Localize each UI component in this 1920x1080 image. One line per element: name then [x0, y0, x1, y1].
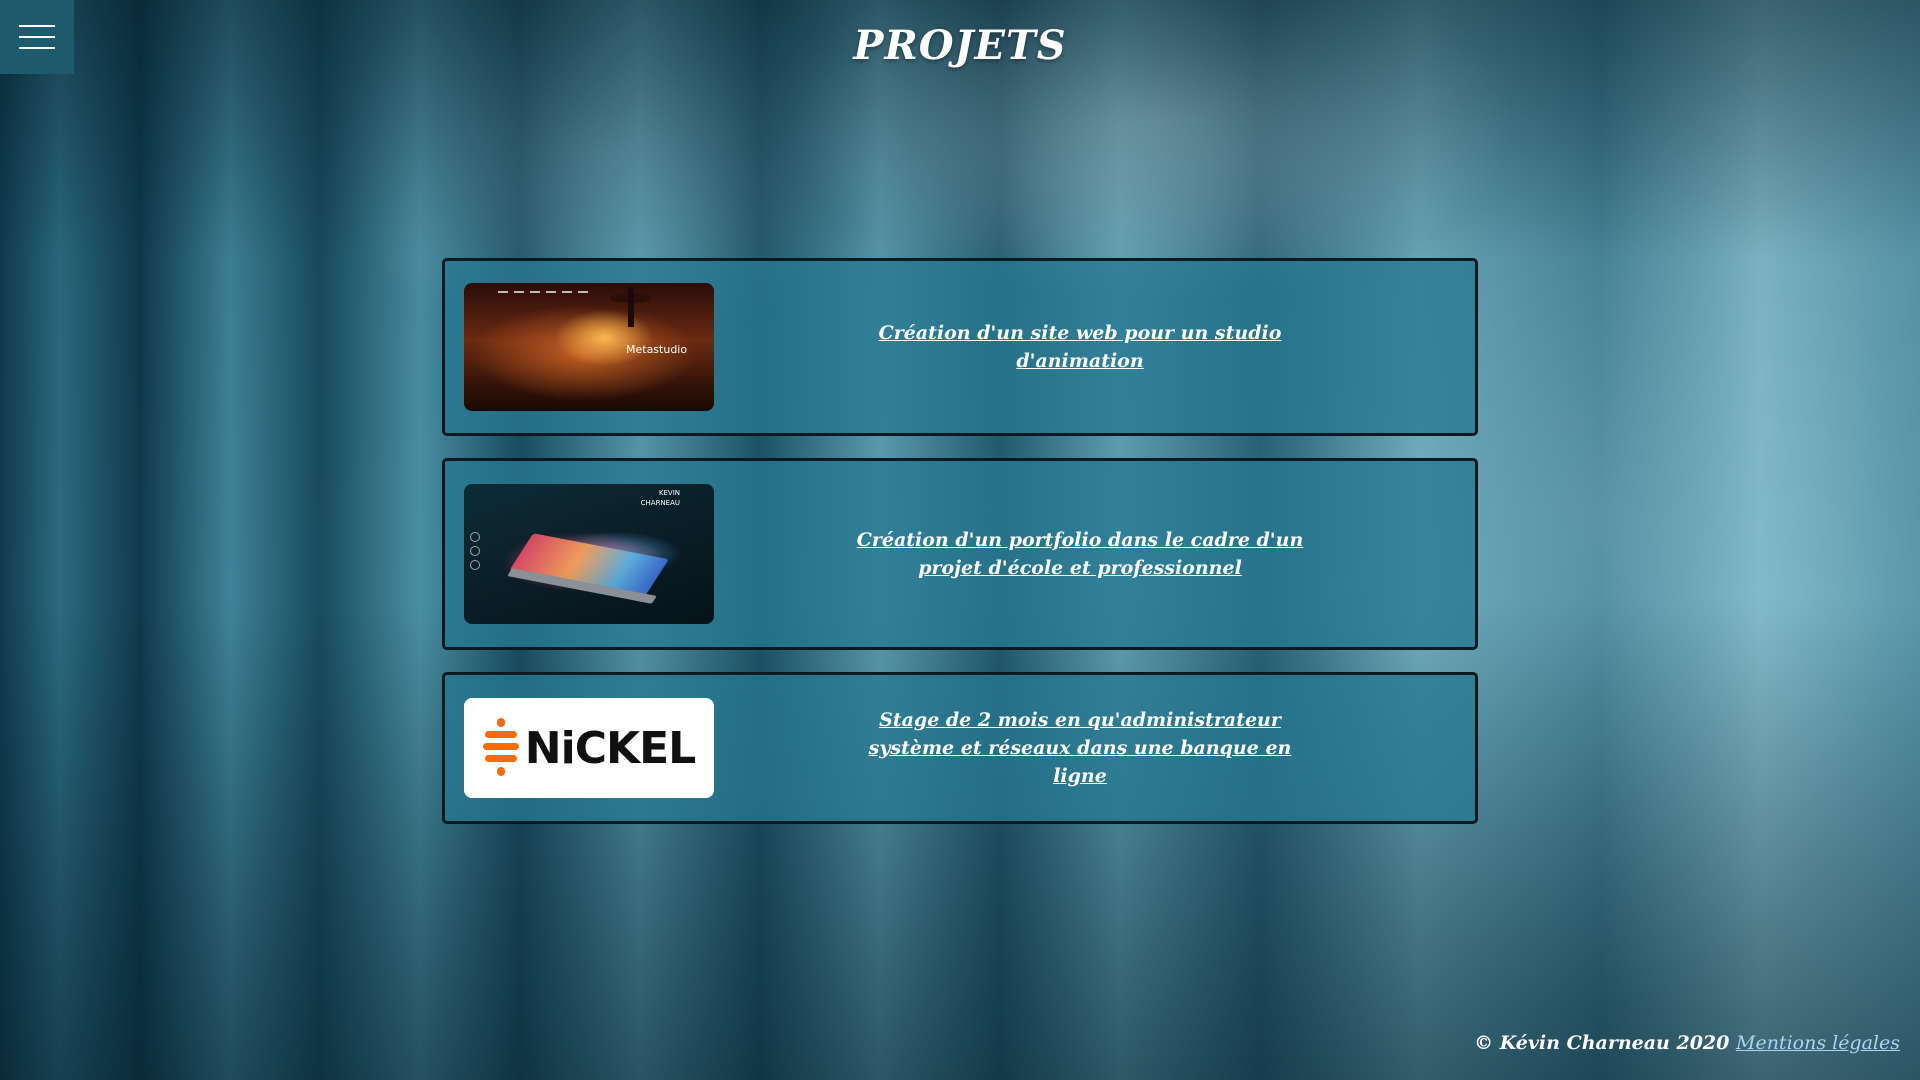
project-link-nickel[interactable]: Stage de 2 mois en qu'administrateur sys…: [714, 706, 1456, 790]
project-thumbnail-nickel[interactable]: NiCKEL: [464, 698, 714, 798]
footer-copyright: © Kévin Charneau 2020: [1474, 1032, 1730, 1054]
thumbnail-portfolio-name: KEVIN CHARNEAU: [640, 489, 680, 507]
thumbnail-brand-label: Metastudio: [626, 343, 688, 356]
project-thumbnail-metastudio[interactable]: Metastudio: [464, 283, 714, 411]
project-link-metastudio[interactable]: Création d'un site web pour un studio d'…: [714, 319, 1456, 375]
nickel-logo-icon: [482, 718, 519, 778]
project-card-nickel[interactable]: NiCKEL Stage de 2 mois en qu'administrat…: [442, 672, 1478, 824]
project-card-portfolio[interactable]: KEVIN CHARNEAU Création d'un portfolio d…: [442, 458, 1478, 650]
page-title: PROJETS: [853, 22, 1067, 69]
thumbnail-tower: [628, 287, 634, 327]
footer: © Kévin Charneau 2020 Mentions légales: [1474, 1032, 1900, 1054]
project-card-metastudio[interactable]: Metastudio Création d'un site web pour u…: [442, 258, 1478, 436]
legal-notice-link[interactable]: Mentions légales: [1736, 1032, 1900, 1054]
thumbnail-nav-bar: [498, 291, 594, 293]
project-thumbnail-portfolio[interactable]: KEVIN CHARNEAU: [464, 484, 714, 624]
project-link-portfolio[interactable]: Création d'un portfolio dans le cadre d'…: [714, 526, 1456, 582]
instagram-icon: [470, 560, 480, 570]
linkedin-icon: [470, 546, 480, 556]
projects-list: Metastudio Création d'un site web pour u…: [442, 258, 1478, 846]
nickel-logo-wordmark: NiCKEL: [524, 722, 696, 774]
pinterest-icon: [470, 532, 480, 542]
